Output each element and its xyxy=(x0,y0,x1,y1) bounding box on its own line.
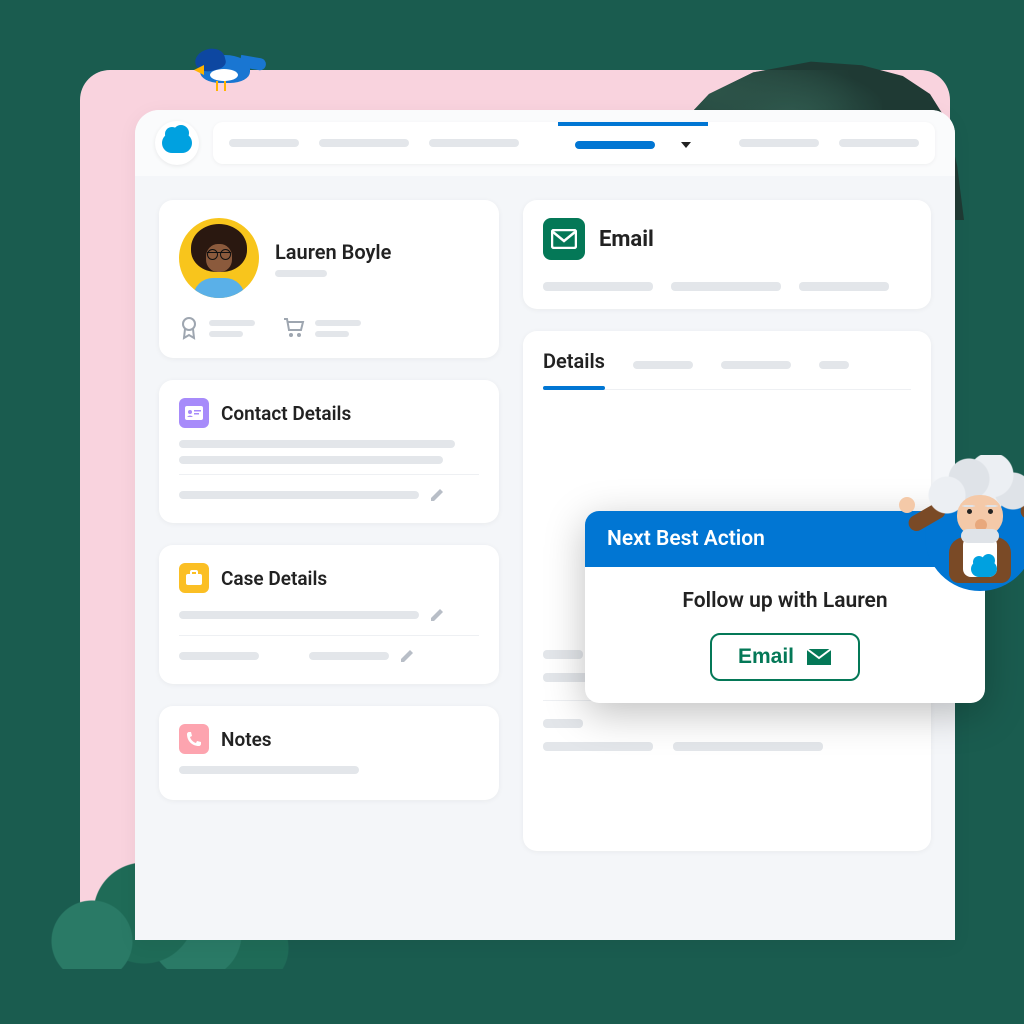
avatar[interactable] xyxy=(179,218,259,298)
cloud-icon xyxy=(162,133,192,153)
section-title: Notes xyxy=(221,728,272,751)
details-card: Details xyxy=(523,331,931,851)
tab-item[interactable] xyxy=(819,361,849,369)
id-card-icon xyxy=(179,398,209,428)
cloud-icon xyxy=(971,561,997,577)
next-best-action-panel: Next Best Action Follow up with Lauren E… xyxy=(585,511,985,703)
phone-icon xyxy=(179,724,209,754)
envelope-icon xyxy=(806,648,832,666)
section-title: Contact Details xyxy=(221,402,351,425)
case-details-card: Case Details xyxy=(159,545,499,684)
chevron-down-icon xyxy=(681,142,691,148)
nav-strip xyxy=(213,122,935,164)
top-bar xyxy=(135,110,955,176)
pencil-icon[interactable] xyxy=(429,488,444,503)
meta-badge xyxy=(179,316,255,340)
email-card: Email xyxy=(523,200,931,309)
contact-details-card: Contact Details xyxy=(159,380,499,523)
section-title: Case Details xyxy=(221,567,327,590)
notes-card: Notes xyxy=(159,706,499,800)
award-icon xyxy=(179,316,199,340)
pencil-icon[interactable] xyxy=(399,649,414,664)
einstein-mascot xyxy=(905,451,1024,611)
tab-item[interactable] xyxy=(721,361,791,369)
nav-item[interactable] xyxy=(839,139,919,147)
decorative-bird xyxy=(190,45,270,95)
salesforce-logo[interactable] xyxy=(155,121,199,165)
email-panel-title: Email xyxy=(599,227,654,252)
email-button[interactable]: Email xyxy=(710,633,860,681)
nav-item[interactable] xyxy=(229,139,299,147)
nav-item[interactable] xyxy=(739,139,819,147)
meta-cart xyxy=(283,316,361,340)
nav-item-active[interactable] xyxy=(558,122,708,164)
tab-details[interactable]: Details xyxy=(543,349,605,381)
app-window: Lauren Boyle xyxy=(135,110,955,940)
nav-item[interactable] xyxy=(319,139,409,147)
contact-name: Lauren Boyle xyxy=(275,240,391,264)
briefcase-icon xyxy=(179,563,209,593)
contact-subtitle-placeholder xyxy=(275,270,327,277)
email-button-label: Email xyxy=(738,645,794,669)
profile-card: Lauren Boyle xyxy=(159,200,499,358)
tab-item[interactable] xyxy=(633,361,693,369)
nav-item[interactable] xyxy=(429,139,519,147)
pencil-icon[interactable] xyxy=(429,608,444,623)
cart-icon xyxy=(283,318,305,338)
envelope-icon xyxy=(543,218,585,260)
